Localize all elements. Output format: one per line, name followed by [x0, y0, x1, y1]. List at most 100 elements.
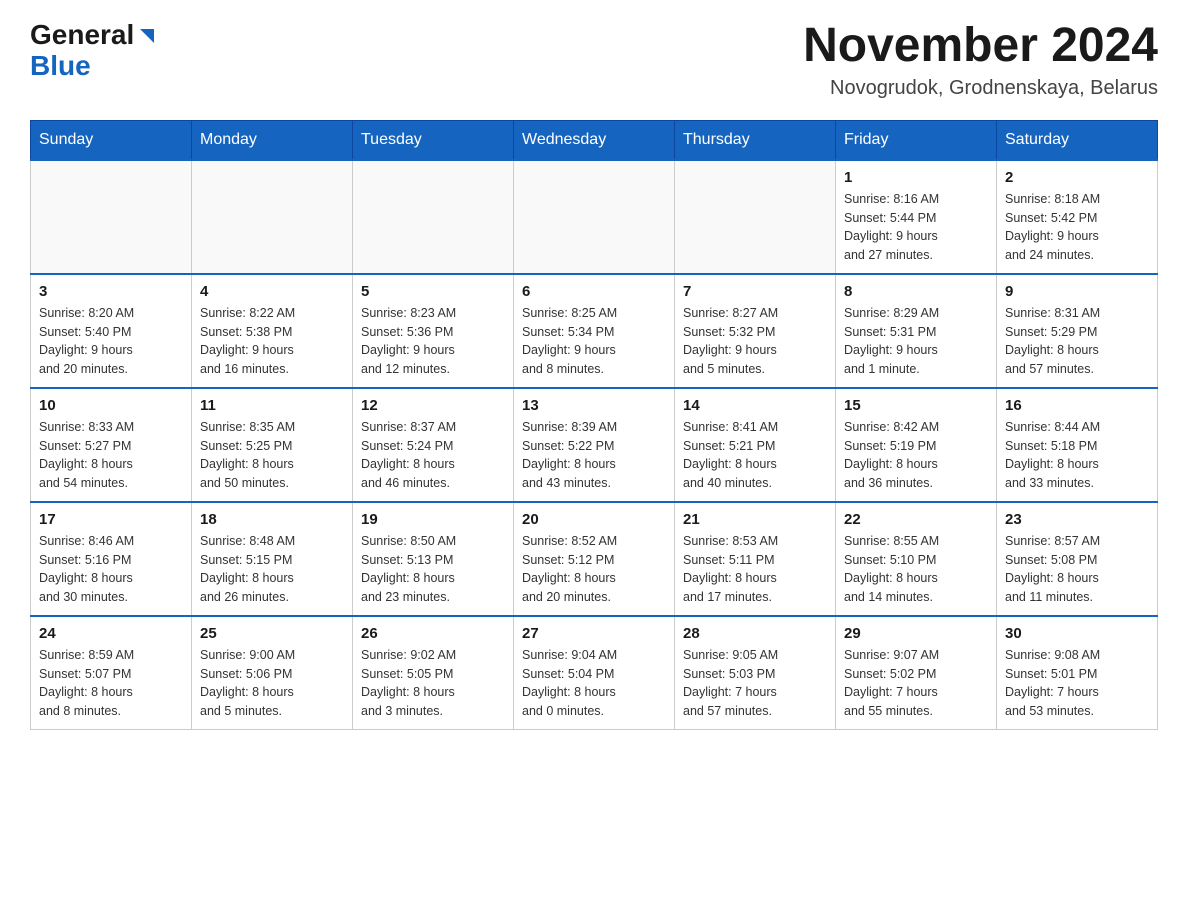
- day-info: Sunrise: 8:50 AM Sunset: 5:13 PM Dayligh…: [361, 532, 505, 607]
- calendar-cell: 2 Sunrise: 8:18 AM Sunset: 5:42 PM Daylig…: [997, 160, 1158, 274]
- page-header: General Blue November 2024 Novogrudok, G…: [30, 20, 1158, 100]
- calendar-cell: [192, 160, 353, 274]
- day-info: Sunrise: 8:29 AM Sunset: 5:31 PM Dayligh…: [844, 304, 988, 379]
- calendar-cell: [31, 160, 192, 274]
- day-info: Sunrise: 8:52 AM Sunset: 5:12 PM Dayligh…: [522, 532, 666, 607]
- day-number: 21: [683, 511, 827, 528]
- calendar-cell: 8 Sunrise: 8:29 AM Sunset: 5:31 PM Daylig…: [836, 274, 997, 388]
- day-number: 13: [522, 397, 666, 414]
- calendar-cell: 26 Sunrise: 9:02 AM Sunset: 5:05 PM Dayli…: [353, 616, 514, 730]
- calendar-table: SundayMondayTuesdayWednesdayThursdayFrid…: [30, 120, 1158, 730]
- weekday-header-monday: Monday: [192, 120, 353, 160]
- calendar-cell: 16 Sunrise: 8:44 AM Sunset: 5:18 PM Dayli…: [997, 388, 1158, 502]
- day-info: Sunrise: 8:27 AM Sunset: 5:32 PM Dayligh…: [683, 304, 827, 379]
- day-info: Sunrise: 8:53 AM Sunset: 5:11 PM Dayligh…: [683, 532, 827, 607]
- calendar-cell: 7 Sunrise: 8:27 AM Sunset: 5:32 PM Daylig…: [675, 274, 836, 388]
- weekday-header-row: SundayMondayTuesdayWednesdayThursdayFrid…: [31, 120, 1158, 160]
- weekday-header-tuesday: Tuesday: [353, 120, 514, 160]
- day-number: 16: [1005, 397, 1149, 414]
- day-number: 6: [522, 283, 666, 300]
- day-number: 25: [200, 625, 344, 642]
- calendar-cell: 24Sunrise: 8:59 AM Sunset: 5:07 PM Dayli…: [31, 616, 192, 730]
- day-number: 29: [844, 625, 988, 642]
- logo-blue: Blue: [30, 51, 91, 82]
- day-info: Sunrise: 8:23 AM Sunset: 5:36 PM Dayligh…: [361, 304, 505, 379]
- day-info: Sunrise: 8:44 AM Sunset: 5:18 PM Dayligh…: [1005, 418, 1149, 493]
- day-info: Sunrise: 8:33 AM Sunset: 5:27 PM Dayligh…: [39, 418, 183, 493]
- calendar-week-row: 17Sunrise: 8:46 AM Sunset: 5:16 PM Dayli…: [31, 502, 1158, 616]
- day-info: Sunrise: 8:42 AM Sunset: 5:19 PM Dayligh…: [844, 418, 988, 493]
- day-number: 12: [361, 397, 505, 414]
- day-number: 1: [844, 169, 988, 186]
- calendar-cell: 9 Sunrise: 8:31 AM Sunset: 5:29 PM Daylig…: [997, 274, 1158, 388]
- calendar-cell: 27 Sunrise: 9:04 AM Sunset: 5:04 PM Dayli…: [514, 616, 675, 730]
- calendar-cell: 25Sunrise: 9:00 AM Sunset: 5:06 PM Dayli…: [192, 616, 353, 730]
- calendar-cell: [514, 160, 675, 274]
- day-info: Sunrise: 8:41 AM Sunset: 5:21 PM Dayligh…: [683, 418, 827, 493]
- day-number: 19: [361, 511, 505, 528]
- calendar-cell: 11 Sunrise: 8:35 AM Sunset: 5:25 PM Dayli…: [192, 388, 353, 502]
- day-info: Sunrise: 8:46 AM Sunset: 5:16 PM Dayligh…: [39, 532, 183, 607]
- day-number: 15: [844, 397, 988, 414]
- day-number: 2: [1005, 169, 1149, 186]
- day-info: Sunrise: 8:18 AM Sunset: 5:42 PM Dayligh…: [1005, 190, 1149, 265]
- day-info: Sunrise: 8:22 AM Sunset: 5:38 PM Dayligh…: [200, 304, 344, 379]
- day-info: Sunrise: 9:07 AM Sunset: 5:02 PM Dayligh…: [844, 646, 988, 721]
- weekday-header-wednesday: Wednesday: [514, 120, 675, 160]
- calendar-cell: 17Sunrise: 8:46 AM Sunset: 5:16 PM Dayli…: [31, 502, 192, 616]
- day-info: Sunrise: 8:25 AM Sunset: 5:34 PM Dayligh…: [522, 304, 666, 379]
- day-info: Sunrise: 8:39 AM Sunset: 5:22 PM Dayligh…: [522, 418, 666, 493]
- calendar-cell: 23Sunrise: 8:57 AM Sunset: 5:08 PM Dayli…: [997, 502, 1158, 616]
- calendar-cell: [675, 160, 836, 274]
- day-number: 9: [1005, 283, 1149, 300]
- day-number: 14: [683, 397, 827, 414]
- day-info: Sunrise: 8:35 AM Sunset: 5:25 PM Dayligh…: [200, 418, 344, 493]
- calendar-cell: 13 Sunrise: 8:39 AM Sunset: 5:22 PM Dayli…: [514, 388, 675, 502]
- day-info: Sunrise: 9:05 AM Sunset: 5:03 PM Dayligh…: [683, 646, 827, 721]
- day-number: 10: [39, 397, 183, 414]
- calendar-cell: 5Sunrise: 8:23 AM Sunset: 5:36 PM Daylig…: [353, 274, 514, 388]
- calendar-cell: 6 Sunrise: 8:25 AM Sunset: 5:34 PM Daylig…: [514, 274, 675, 388]
- calendar-cell: 30 Sunrise: 9:08 AM Sunset: 5:01 PM Dayli…: [997, 616, 1158, 730]
- calendar-cell: 21 Sunrise: 8:53 AM Sunset: 5:11 PM Dayli…: [675, 502, 836, 616]
- weekday-header-saturday: Saturday: [997, 120, 1158, 160]
- weekday-header-sunday: Sunday: [31, 120, 192, 160]
- day-number: 11: [200, 397, 344, 414]
- day-number: 27: [522, 625, 666, 642]
- logo-general: General: [30, 20, 134, 51]
- weekday-header-thursday: Thursday: [675, 120, 836, 160]
- calendar-cell: 19 Sunrise: 8:50 AM Sunset: 5:13 PM Dayli…: [353, 502, 514, 616]
- day-info: Sunrise: 8:31 AM Sunset: 5:29 PM Dayligh…: [1005, 304, 1149, 379]
- calendar-cell: 15 Sunrise: 8:42 AM Sunset: 5:19 PM Dayli…: [836, 388, 997, 502]
- calendar-cell: 20 Sunrise: 8:52 AM Sunset: 5:12 PM Dayli…: [514, 502, 675, 616]
- day-info: Sunrise: 9:02 AM Sunset: 5:05 PM Dayligh…: [361, 646, 505, 721]
- day-info: Sunrise: 9:04 AM Sunset: 5:04 PM Dayligh…: [522, 646, 666, 721]
- day-number: 26: [361, 625, 505, 642]
- calendar-cell: 10 Sunrise: 8:33 AM Sunset: 5:27 PM Dayli…: [31, 388, 192, 502]
- day-info: Sunrise: 9:08 AM Sunset: 5:01 PM Dayligh…: [1005, 646, 1149, 721]
- day-number: 4: [200, 283, 344, 300]
- calendar-cell: 12 Sunrise: 8:37 AM Sunset: 5:24 PM Dayli…: [353, 388, 514, 502]
- day-info: Sunrise: 8:20 AM Sunset: 5:40 PM Dayligh…: [39, 304, 183, 379]
- day-number: 18: [200, 511, 344, 528]
- calendar-week-row: 10 Sunrise: 8:33 AM Sunset: 5:27 PM Dayli…: [31, 388, 1158, 502]
- calendar-cell: 28 Sunrise: 9:05 AM Sunset: 5:03 PM Dayli…: [675, 616, 836, 730]
- calendar-week-row: 24Sunrise: 8:59 AM Sunset: 5:07 PM Dayli…: [31, 616, 1158, 730]
- day-info: Sunrise: 8:55 AM Sunset: 5:10 PM Dayligh…: [844, 532, 988, 607]
- day-info: Sunrise: 8:37 AM Sunset: 5:24 PM Dayligh…: [361, 418, 505, 493]
- calendar-cell: 18 Sunrise: 8:48 AM Sunset: 5:15 PM Dayli…: [192, 502, 353, 616]
- calendar-cell: 4 Sunrise: 8:22 AM Sunset: 5:38 PM Daylig…: [192, 274, 353, 388]
- day-number: 8: [844, 283, 988, 300]
- calendar-cell: [353, 160, 514, 274]
- logo-triangle-icon: [136, 25, 158, 47]
- day-number: 3: [39, 283, 183, 300]
- day-number: 30: [1005, 625, 1149, 642]
- day-number: 28: [683, 625, 827, 642]
- calendar-cell: 1Sunrise: 8:16 AM Sunset: 5:44 PM Daylig…: [836, 160, 997, 274]
- calendar-week-row: 3 Sunrise: 8:20 AM Sunset: 5:40 PM Daylig…: [31, 274, 1158, 388]
- day-number: 7: [683, 283, 827, 300]
- day-number: 20: [522, 511, 666, 528]
- day-info: Sunrise: 8:48 AM Sunset: 5:15 PM Dayligh…: [200, 532, 344, 607]
- day-info: Sunrise: 8:57 AM Sunset: 5:08 PM Dayligh…: [1005, 532, 1149, 607]
- day-number: 24: [39, 625, 183, 642]
